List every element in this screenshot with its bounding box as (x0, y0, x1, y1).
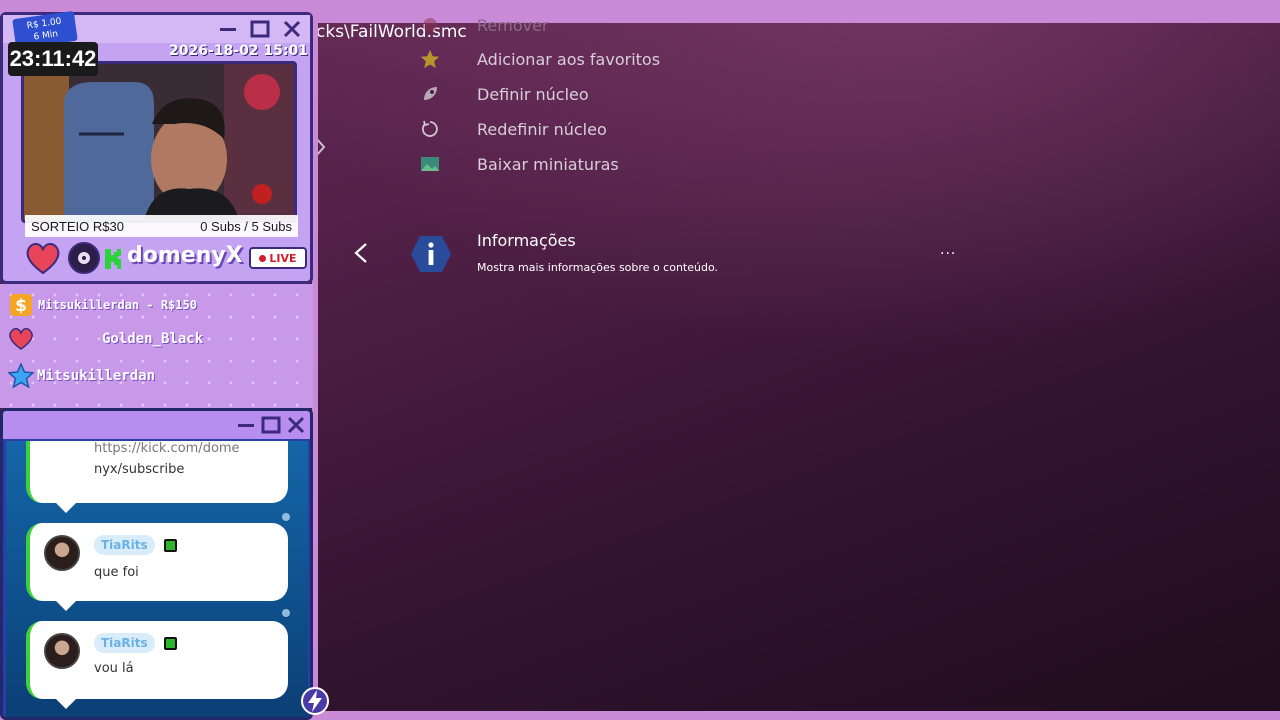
chat-username: TiaRits (94, 633, 155, 653)
goal-caption: SORTEIO R$30 0 Subs / 5 Subs (25, 215, 298, 237)
menu-item-label: Remover (477, 15, 549, 35)
info-icon (411, 236, 451, 272)
back-chevron-icon[interactable] (352, 242, 370, 264)
webcam-image (24, 64, 294, 220)
thumbnail-icon (418, 152, 442, 176)
close-icon[interactable] (281, 19, 303, 39)
info-title: Informações (477, 231, 576, 250)
heart-icon (9, 328, 33, 350)
close-icon[interactable] (285, 415, 307, 435)
chat-message-text: https://kick.com/dome (94, 441, 240, 456)
bubble-tail (56, 503, 76, 513)
kick-logo-icon (105, 249, 121, 269)
more-options[interactable]: ... (940, 242, 956, 258)
stream-timer: 23:11:42 (8, 42, 98, 76)
webcam-date: 2026-18-02 15:01 (169, 43, 308, 59)
live-badge: LIVE (249, 247, 307, 269)
kick-badge-icon (164, 637, 177, 650)
streamer-name: domenyX (127, 243, 243, 268)
dollar-icon: $ (10, 294, 32, 316)
raffle-label: SORTEIO R$30 (31, 218, 124, 234)
chat-message-text: que foi (94, 565, 139, 580)
subs-goal: 0 Subs / 5 Subs (200, 218, 292, 234)
menu-item-label: Adicionar aos favoritos (477, 49, 661, 69)
alert-donation: $ Mitsukillerdan - R$150 (8, 292, 197, 318)
decor-dot (282, 609, 290, 617)
lightning-icon (301, 687, 329, 715)
core-icon (418, 82, 442, 106)
info-description: Mostra mais informações sobre o conteúdo… (477, 261, 718, 274)
heart-icon (26, 243, 60, 275)
chat-message: https://kick.com/dome nyx/subscribe (26, 441, 288, 513)
minimize-icon[interactable] (217, 19, 239, 39)
minimize-icon[interactable] (235, 415, 257, 435)
bubble-tail (56, 699, 76, 709)
chat-message-text: nyx/subscribe (94, 462, 185, 477)
menu-item-reset-core[interactable]: Redefinir núcleo (418, 114, 818, 144)
chat-message-text: vou lá (94, 661, 134, 676)
chat-messages: https://kick.com/dome nyx/subscribe TiaR… (6, 441, 308, 717)
chat-titlebar (3, 411, 310, 439)
kick-badge-icon (164, 539, 177, 552)
webcam-feed (21, 61, 297, 223)
menu-item-set-core[interactable]: Definir núcleo (418, 79, 818, 109)
menu-item-label: Definir núcleo (477, 84, 589, 104)
chat-window: https://kick.com/dome nyx/subscribe TiaR… (0, 408, 313, 720)
chat-message: TiaRits que foi (26, 523, 288, 611)
menu-item-download-thumbnails[interactable]: Baixar miniaturas (418, 149, 818, 179)
live-label: LIVE (269, 251, 297, 265)
decor-dot (282, 513, 290, 521)
live-dot-icon (259, 254, 267, 262)
menu-item-information[interactable]: Informações Mostra mais informações sobr… (340, 228, 980, 288)
vinyl-icon (68, 242, 100, 274)
alert-subscriber-text: Mitsukillerdan (37, 368, 156, 384)
maximize-icon[interactable] (249, 19, 271, 39)
chat-message: TiaRits vou lá (26, 621, 288, 709)
menu-item-label: Baixar miniaturas (477, 154, 619, 174)
alerts-panel: $ Mitsukillerdan - R$150 Golden_Black Mi… (0, 284, 313, 408)
avatar (44, 633, 80, 669)
avatar (44, 535, 80, 571)
star-icon (418, 47, 442, 71)
menu-item-label: Redefinir núcleo (477, 119, 607, 139)
alert-subscriber: Mitsukillerdan (8, 363, 155, 389)
bubble-tail (56, 601, 76, 611)
svg-text:$: $ (15, 296, 27, 316)
alert-donation-text: Mitsukillerdan - R$150 (38, 298, 197, 312)
reset-icon (418, 117, 442, 141)
menu-item-remove[interactable]: Remover (418, 10, 818, 40)
alert-follow: Golden_Black (8, 326, 203, 352)
remove-icon (418, 13, 442, 37)
alert-follow-text: Golden_Black (102, 331, 204, 347)
maximize-icon[interactable] (260, 415, 282, 435)
chat-username: TiaRits (94, 535, 155, 555)
streamer-bar: domenyX LIVE (23, 239, 313, 279)
star-icon (8, 363, 34, 389)
menu-item-add-favorites[interactable]: Adicionar aos favoritos (418, 44, 818, 74)
